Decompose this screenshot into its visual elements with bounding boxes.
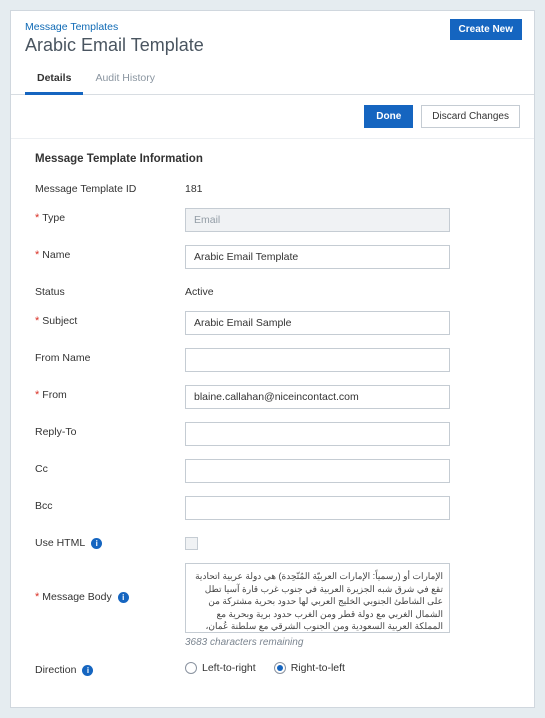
done-button[interactable]: Done <box>364 105 413 128</box>
bcc-label: Bcc <box>35 496 185 512</box>
from-label: From <box>42 389 67 401</box>
create-new-button[interactable]: Create New <box>450 19 522 40</box>
info-icon[interactable]: i <box>118 592 129 603</box>
message-body-label: Message Body <box>42 591 111 603</box>
from-input[interactable] <box>185 385 450 409</box>
cc-label: Cc <box>35 459 185 475</box>
status-label: Status <box>35 282 185 298</box>
required-icon: * <box>35 591 39 603</box>
id-label: Message Template ID <box>35 179 185 195</box>
subject-input[interactable] <box>185 311 450 335</box>
id-value: 181 <box>185 179 203 195</box>
type-label: Type <box>42 212 65 224</box>
breadcrumb[interactable]: Message Templates <box>25 21 520 33</box>
tab-audit-history[interactable]: Audit History <box>83 64 167 94</box>
radio-icon <box>274 662 286 674</box>
status-value: Active <box>185 282 214 298</box>
type-input <box>185 208 450 232</box>
name-label: Name <box>42 249 70 261</box>
name-input[interactable] <box>185 245 450 269</box>
reply-to-label: Reply-To <box>35 422 185 438</box>
info-icon[interactable]: i <box>91 538 102 549</box>
radio-icon <box>185 662 197 674</box>
characters-remaining: 3683 characters remaining <box>185 637 510 648</box>
required-icon: * <box>35 249 39 261</box>
ltr-radio[interactable]: Left-to-right <box>185 662 256 674</box>
cc-input[interactable] <box>185 459 450 483</box>
page-title: Arabic Email Template <box>25 35 520 56</box>
bcc-input[interactable] <box>185 496 450 520</box>
required-icon: * <box>35 389 39 401</box>
rtl-radio[interactable]: Right-to-left <box>274 662 345 674</box>
rtl-label: Right-to-left <box>291 662 345 674</box>
tab-details[interactable]: Details <box>25 64 83 95</box>
subject-label: Subject <box>42 315 77 327</box>
from-name-label: From Name <box>35 348 185 364</box>
required-icon: * <box>35 315 39 327</box>
direction-label: Direction <box>35 664 76 676</box>
discard-changes-button[interactable]: Discard Changes <box>421 105 520 128</box>
message-body-input[interactable] <box>185 563 450 633</box>
info-icon[interactable]: i <box>82 665 93 676</box>
reply-to-input[interactable] <box>185 422 450 446</box>
use-html-label: Use HTML <box>35 537 85 549</box>
ltr-label: Left-to-right <box>202 662 256 674</box>
from-name-input[interactable] <box>185 348 450 372</box>
use-html-checkbox[interactable] <box>185 537 198 550</box>
required-icon: * <box>35 212 39 224</box>
section-title: Message Template Information <box>35 153 510 165</box>
